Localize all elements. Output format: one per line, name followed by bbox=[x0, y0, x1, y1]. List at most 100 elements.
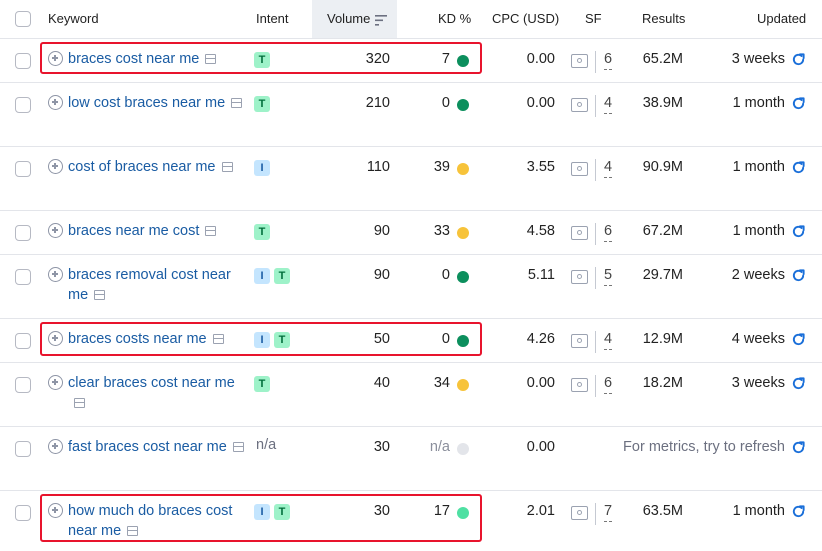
row-checkbox[interactable] bbox=[15, 441, 31, 457]
refresh-icon[interactable] bbox=[791, 268, 806, 283]
serp-icon[interactable] bbox=[205, 226, 217, 236]
kd-value: 39 bbox=[433, 159, 450, 175]
add-to-list-icon[interactable] bbox=[48, 375, 63, 390]
refresh-icon[interactable] bbox=[791, 224, 806, 239]
keyword-link[interactable]: braces costs near me bbox=[68, 329, 248, 349]
refresh-icon[interactable] bbox=[791, 52, 806, 67]
table-row: braces removal cost near me I T 90 0 5.11 5 29.… bbox=[0, 254, 822, 319]
serp-features-icon[interactable] bbox=[571, 98, 588, 112]
row-checkbox[interactable] bbox=[15, 97, 31, 113]
serp-features-icon[interactable] bbox=[571, 226, 588, 240]
updated-cell: 2 weeks bbox=[732, 265, 806, 285]
keyword-link[interactable]: cost of braces near me bbox=[68, 157, 248, 177]
add-to-list-icon[interactable] bbox=[48, 51, 63, 66]
add-to-list-icon[interactable] bbox=[48, 331, 63, 346]
add-to-list-icon[interactable] bbox=[48, 223, 63, 238]
serp-features-icon[interactable] bbox=[571, 54, 588, 68]
serp-icon[interactable] bbox=[127, 526, 139, 536]
serp-icon[interactable] bbox=[205, 54, 217, 64]
updated-value: 1 month bbox=[732, 223, 785, 239]
intent-badges: IT bbox=[254, 332, 290, 348]
serp-icon[interactable] bbox=[74, 398, 85, 408]
cpc-value: 0.00 bbox=[526, 439, 555, 455]
serp-icon[interactable] bbox=[232, 442, 244, 452]
refresh-icon[interactable] bbox=[791, 96, 806, 111]
sf-column-header[interactable]: SF bbox=[585, 11, 602, 26]
intent-badge-i: I bbox=[254, 160, 270, 176]
kd-indicator-icon bbox=[457, 55, 469, 67]
refresh-icon[interactable] bbox=[791, 332, 806, 347]
serp-features-icon[interactable] bbox=[571, 162, 588, 176]
kd-column-header[interactable]: KD % bbox=[438, 11, 471, 26]
refresh-icon[interactable] bbox=[791, 504, 806, 519]
intent-column-header[interactable]: Intent bbox=[256, 11, 289, 26]
serp-features-icon[interactable] bbox=[571, 334, 588, 348]
intent-badge-t: T bbox=[254, 96, 270, 112]
refresh-icon[interactable] bbox=[791, 440, 806, 455]
results-value: 38.9M bbox=[642, 95, 683, 111]
add-to-list-icon[interactable] bbox=[48, 95, 63, 110]
intent-badges: IT bbox=[254, 504, 290, 520]
serp-icon[interactable] bbox=[221, 162, 233, 172]
volume-column-header[interactable]: Volume bbox=[327, 11, 370, 26]
updated-cell: For metrics, try to refresh bbox=[623, 437, 806, 457]
kd-value: 17 bbox=[433, 503, 450, 519]
add-to-list-icon[interactable] bbox=[48, 503, 63, 518]
keyword-link[interactable]: braces cost near me bbox=[68, 49, 248, 69]
volume-value: 110 bbox=[366, 159, 390, 175]
results-value: 67.2M bbox=[642, 223, 683, 239]
kd-indicator-icon bbox=[457, 335, 469, 347]
intent-badges: T bbox=[254, 52, 270, 68]
intent-badge-t: T bbox=[254, 52, 270, 68]
refresh-icon[interactable] bbox=[791, 376, 806, 391]
cpc-value: 4.58 bbox=[526, 223, 555, 239]
refresh-icon[interactable] bbox=[791, 160, 806, 175]
table-row: fast braces cost near me n/a 30 n/a 0.00 For … bbox=[0, 426, 822, 491]
serp-icon[interactable] bbox=[94, 290, 106, 300]
keyword-link[interactable]: braces near me cost bbox=[68, 221, 248, 241]
keyword-link[interactable]: fast braces cost near me bbox=[68, 437, 248, 457]
kd-value: 7 bbox=[441, 51, 450, 67]
kd-indicator-icon bbox=[457, 379, 469, 391]
table-row: low cost braces near me T 210 0 0.00 4 38.9M 1 … bbox=[0, 82, 822, 147]
row-checkbox[interactable] bbox=[15, 377, 31, 393]
sf-divider bbox=[595, 95, 596, 117]
updated-cell: 3 weeks bbox=[732, 373, 806, 393]
row-checkbox[interactable] bbox=[15, 225, 31, 241]
add-to-list-icon[interactable] bbox=[48, 267, 63, 282]
keyword-link[interactable]: braces removal cost near me bbox=[68, 265, 248, 305]
results-column-header[interactable]: Results bbox=[642, 11, 685, 26]
updated-value: 3 weeks bbox=[731, 375, 785, 391]
updated-value: 3 weeks bbox=[731, 51, 785, 67]
table-row: clear braces cost near me T 40 34 0.00 6 18.2M… bbox=[0, 362, 822, 427]
row-checkbox[interactable] bbox=[15, 269, 31, 285]
intent-badges: T bbox=[254, 96, 270, 112]
updated-column-header[interactable]: Updated bbox=[757, 11, 806, 26]
sort-icon[interactable] bbox=[375, 13, 387, 31]
intent-badges: I bbox=[254, 160, 270, 176]
row-checkbox[interactable] bbox=[15, 161, 31, 177]
row-checkbox[interactable] bbox=[15, 333, 31, 349]
select-all-checkbox[interactable] bbox=[15, 11, 31, 27]
keyword-link[interactable]: how much do braces cost near me bbox=[68, 501, 248, 541]
keyword-link[interactable]: clear braces cost near me bbox=[68, 373, 248, 413]
serp-features-icon[interactable] bbox=[571, 378, 588, 392]
kd-value: n/a bbox=[429, 439, 450, 455]
add-to-list-icon[interactable] bbox=[48, 439, 63, 454]
sf-divider bbox=[595, 159, 596, 181]
row-checkbox[interactable] bbox=[15, 53, 31, 69]
cpc-column-header[interactable]: CPC (USD) bbox=[492, 11, 559, 26]
intent-na: n/a bbox=[256, 437, 277, 453]
keyword-column-header[interactable]: Keyword bbox=[48, 11, 99, 26]
updated-cell: 1 month bbox=[733, 157, 806, 177]
serp-features-icon[interactable] bbox=[571, 270, 588, 284]
row-checkbox[interactable] bbox=[15, 505, 31, 521]
serp-features-icon[interactable] bbox=[571, 506, 588, 520]
serp-icon[interactable] bbox=[231, 98, 243, 108]
updated-value: 1 month bbox=[732, 95, 785, 111]
updated-value: 1 month bbox=[732, 159, 785, 175]
table-row: cost of braces near me I 110 39 3.55 4 90.9M 1 … bbox=[0, 146, 822, 211]
serp-icon[interactable] bbox=[212, 334, 224, 344]
add-to-list-icon[interactable] bbox=[48, 159, 63, 174]
keyword-link[interactable]: low cost braces near me bbox=[68, 93, 248, 113]
